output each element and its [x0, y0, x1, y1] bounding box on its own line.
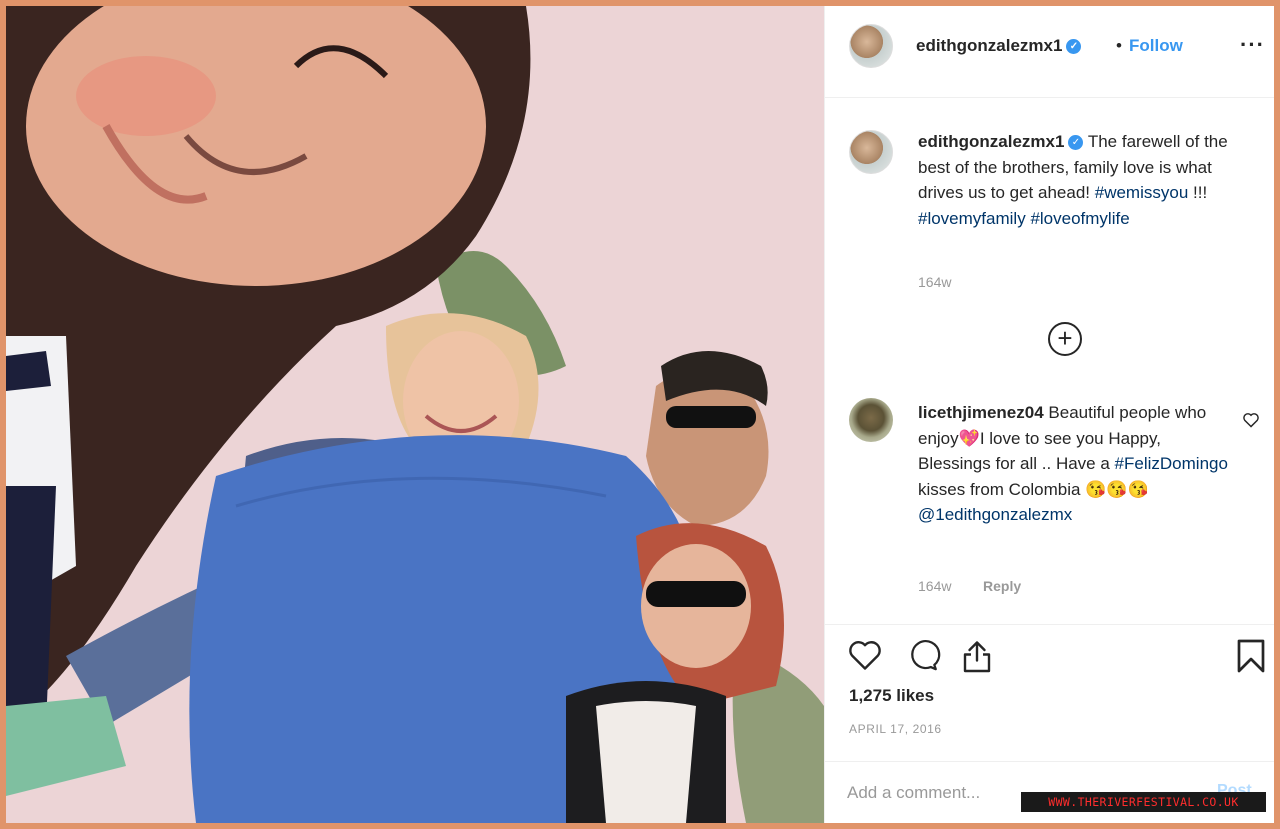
photo-illustration — [6, 6, 824, 823]
load-more-plus-icon[interactable]: + — [1048, 322, 1082, 356]
comment-emoji-kisses: 😘😘😘 — [1085, 479, 1149, 499]
actions-divider — [825, 624, 1274, 625]
comment-body: licethjimenez04 Beautiful people who enj… — [918, 400, 1228, 528]
commenter-username[interactable]: licethjimenez04 — [918, 403, 1044, 422]
bookmark-icon[interactable] — [1236, 638, 1266, 674]
caption-author-avatar[interactable] — [849, 130, 893, 174]
comment-age[interactable]: 164w — [918, 578, 951, 594]
caption-exclaim: !!! — [1193, 183, 1208, 202]
verified-badge-icon: ✓ — [1066, 39, 1082, 55]
post-sidebar: edithgonzalezmx1 ✓ • Follow ··· edithgonz… — [824, 6, 1274, 823]
author-avatar[interactable] — [849, 24, 893, 68]
post-frame: edithgonzalezmx1 ✓ • Follow ··· edithgonz… — [6, 6, 1274, 823]
reply-button[interactable]: Reply — [983, 578, 1021, 594]
comment-bubble-icon[interactable] — [905, 638, 941, 672]
caption-verified-badge-icon: ✓ — [1068, 135, 1084, 151]
comment-emoji-heart: 💖 — [958, 428, 980, 448]
commenter-avatar[interactable] — [849, 398, 893, 442]
like-heart-icon[interactable] — [847, 638, 883, 672]
hashtag-lovemyfamily[interactable]: #lovemyfamily — [918, 209, 1026, 228]
likes-count[interactable]: 1,275 likes — [849, 686, 934, 706]
caption: edithgonzalezmx1 ✓ The farewell of the be… — [918, 129, 1258, 231]
post-photo[interactable] — [6, 6, 824, 823]
comment-like-heart-icon[interactable] — [1242, 412, 1260, 428]
caption-username[interactable]: edithgonzalezmx1 — [918, 132, 1064, 151]
watermark: WWW.THERIVERFESTIVAL.CO.UK — [1021, 792, 1266, 812]
share-icon[interactable] — [959, 638, 995, 674]
hashtag-wemissyou[interactable]: #wemissyou — [1095, 183, 1189, 202]
hashtag-felizdomingo[interactable]: #FelizDomingo — [1115, 454, 1228, 473]
comment-mention[interactable]: @1edithgonzalezmx — [918, 505, 1072, 524]
post-date[interactable]: APRIL 17, 2016 — [849, 722, 942, 736]
comment-text-c: kisses from Colombia — [918, 479, 1081, 499]
more-options-icon[interactable]: ··· — [1240, 32, 1265, 58]
post-header: edithgonzalezmx1 ✓ • Follow ··· — [825, 6, 1274, 98]
header-separator: • — [1116, 36, 1122, 55]
author-username-text[interactable]: edithgonzalezmx1 — [916, 36, 1062, 55]
caption-age[interactable]: 164w — [918, 274, 951, 290]
author-username-header[interactable]: edithgonzalezmx1 ✓ — [916, 36, 1082, 56]
hashtag-loveofmylife[interactable]: #loveofmylife — [1030, 209, 1129, 228]
follow-button[interactable]: Follow — [1129, 36, 1183, 56]
